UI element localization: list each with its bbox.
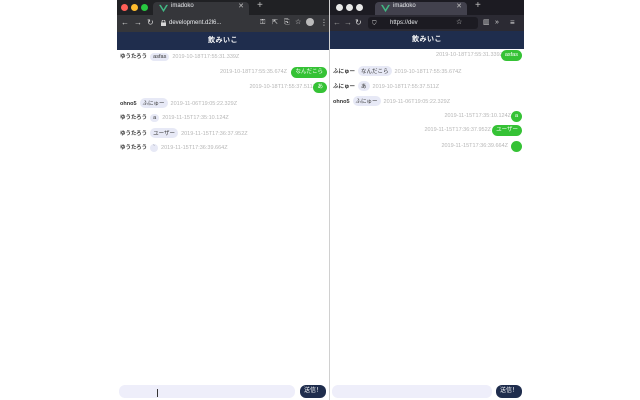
my-message-bubble: ユーザー	[492, 125, 522, 136]
firefox-window: imadoko ✕ + ← → ↻ https://dev ⛉ ☆ ▥ » ≡ …	[329, 0, 524, 400]
text-cursor-icon	[157, 389, 158, 397]
message-bubble: a	[150, 114, 160, 122]
timestamp: 2019-11-06T19:05:22.329Z	[170, 101, 238, 107]
app-header: 飲みいこ	[117, 32, 329, 50]
hamburger-menu-icon[interactable]: ≡	[510, 17, 515, 29]
library-icon[interactable]: ▥	[483, 17, 490, 29]
my-message-bubble	[511, 141, 522, 152]
timestamp: 2019-10-18T17:55:35.674Z	[220, 69, 287, 75]
message-row: ゆうたろう ユーザー 2019-11-15T17:36:37.952Z	[120, 128, 248, 140]
menu-kebab-icon[interactable]: ⋮	[320, 17, 328, 29]
shield-icon[interactable]: ⛉	[372, 18, 377, 30]
timestamp: 2019-10-18T17:55:31.339Z	[172, 54, 240, 60]
new-tab-icon[interactable]: +	[475, 0, 481, 11]
vue-logo-icon	[381, 4, 390, 13]
close-window-icon[interactable]	[336, 4, 343, 11]
my-message-bubble: asfas	[500, 50, 522, 61]
message-row: ゆうたろう asfas 2019-10-18T17:55:31.339Z	[120, 52, 239, 64]
message-row: ふにゅー なんだこら 2019-10-18T17:55:35.674Z	[333, 66, 462, 78]
bookmark-star-icon[interactable]: ☆	[295, 17, 301, 29]
message-row: ゆうたろう a 2019-11-15T17:35:10.124Z	[120, 113, 229, 125]
message-bubble: asfas	[150, 53, 170, 61]
firefox-tab-bar: imadoko ✕ +	[330, 0, 524, 15]
timestamp: 2019-11-06T19:05:22.329Z	[383, 99, 451, 105]
tab-close-icon[interactable]: ✕	[456, 2, 462, 10]
reload-icon[interactable]: ↻	[355, 17, 362, 29]
maximize-window-icon[interactable]	[356, 4, 363, 11]
composer: 送信！	[330, 384, 524, 400]
forward-icon[interactable]: →	[134, 17, 142, 29]
overflow-chevron-icon[interactable]: »	[495, 17, 499, 29]
message-row: ohno5 ふにゅー 2019-11-06T19:05:22.329Z	[120, 98, 237, 110]
screen: imadoko ✕ + ← → ↻ development.d2l6... ⚿ …	[0, 0, 640, 400]
timestamp: 2019-11-15T17:36:37.952Z	[181, 131, 248, 137]
app-header: 飲みいこ	[330, 31, 524, 49]
sender-name: ohno5	[333, 99, 350, 105]
profile-avatar-icon[interactable]	[306, 18, 314, 26]
message-row: ohno5 ふにゅー 2019-11-06T19:05:22.329Z	[333, 96, 450, 108]
open-external-icon[interactable]: ⇱	[272, 17, 278, 29]
new-tab-icon[interactable]: +	[257, 0, 263, 11]
minimize-window-icon[interactable]	[131, 4, 138, 11]
timestamp: 2019-11-15T17:35:10.124Z	[162, 115, 229, 121]
lock-icon	[161, 20, 166, 26]
sender-name: ゆうたろう	[120, 145, 148, 151]
timestamp: 2019-11-15T17:36:37.952Z	[424, 127, 491, 133]
tab-title: imadoko	[171, 3, 194, 9]
firefox-toolbar: ← → ↻ https://dev ⛉ ☆ ▥ » ≡	[330, 15, 524, 31]
my-message-bubble: a	[510, 111, 522, 122]
back-icon[interactable]: ←	[121, 17, 129, 29]
reload-icon[interactable]: ↻	[147, 17, 154, 29]
message-input[interactable]	[332, 385, 492, 398]
my-message-bubble: あ	[313, 82, 327, 93]
timestamp: 2019-10-18T17:55:37.511Z	[372, 84, 440, 90]
sender-name: ゆうたろう	[120, 131, 148, 137]
translate-icon[interactable]: ⎘	[284, 17, 290, 29]
forward-icon[interactable]: →	[344, 17, 352, 29]
vue-logo-icon	[159, 4, 168, 13]
message-row: ふにゅーあ 2019-10-18T17:55:37.511Z	[333, 81, 439, 93]
send-button[interactable]: 送信！	[300, 385, 327, 398]
sender-name: ゆうたろう	[120, 115, 148, 121]
key-icon[interactable]: ⚿	[260, 17, 265, 29]
close-window-icon[interactable]	[121, 4, 128, 11]
sender-name: ふにゅー	[333, 84, 356, 90]
composer: 送信！	[117, 384, 329, 400]
sender-name: ohno5	[120, 101, 137, 107]
timestamp: 2019-10-18T17:55:35.674Z	[394, 69, 462, 75]
message-bubble: ユーザー	[150, 128, 179, 138]
message-bubble: あ	[358, 81, 370, 91]
back-icon[interactable]: ←	[333, 17, 341, 29]
my-message-bubble: なんだこら	[291, 67, 327, 78]
timestamp: 2019-10-18T17:55:31.339Z	[436, 52, 503, 58]
message-bubble: `	[150, 144, 159, 152]
address-bar[interactable]: development.d2l6...	[169, 18, 239, 29]
message-row: ゆうたろう ` 2019-11-15T17:36:39.664Z	[120, 143, 228, 155]
chrome-toolbar: ← → ↻ development.d2l6... ⚿ ⇱ ⎘ ☆ ⋮	[117, 15, 329, 32]
sender-name: ゆうたろう	[120, 54, 148, 60]
tab-title: imadoko	[393, 3, 416, 9]
timestamp: 2019-11-15T17:35:10.124Z	[444, 113, 511, 119]
message-bubble: なんだこら	[358, 66, 392, 76]
timestamp: 2019-11-15T17:36:39.664Z	[161, 145, 228, 151]
message-bubble: ふにゅー	[352, 96, 381, 106]
timestamp: 2019-11-15T17:36:39.664Z	[441, 143, 508, 149]
chrome-tab-bar: imadoko ✕ +	[117, 0, 329, 15]
browser-tab[interactable]: imadoko ✕	[153, 2, 249, 15]
browser-tab[interactable]: imadoko ✕	[375, 2, 467, 15]
send-button[interactable]: 送信！	[496, 385, 523, 398]
minimize-window-icon[interactable]	[346, 4, 353, 11]
timestamp: 2019-10-18T17:55:37.511Z	[249, 84, 316, 90]
tab-close-icon[interactable]: ✕	[238, 2, 244, 10]
message-bubble: ふにゅー	[139, 98, 168, 108]
maximize-window-icon[interactable]	[141, 4, 148, 11]
chrome-window: imadoko ✕ + ← → ↻ development.d2l6... ⚿ …	[117, 0, 329, 400]
bookmark-star-icon[interactable]: ☆	[456, 17, 462, 29]
url-text: https://dev	[390, 20, 418, 26]
sender-name: ふにゅー	[333, 69, 356, 75]
message-input[interactable]	[119, 385, 295, 398]
